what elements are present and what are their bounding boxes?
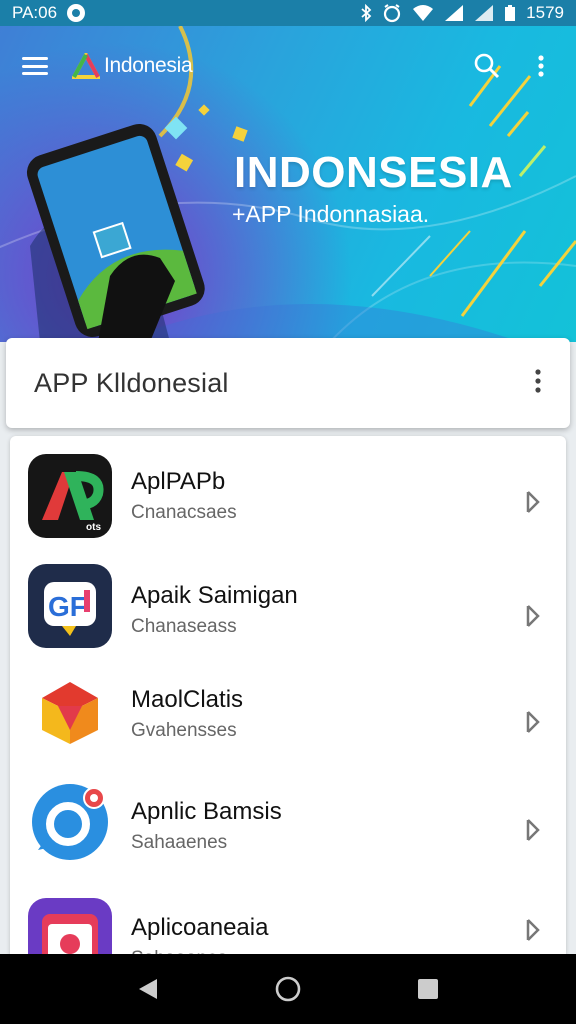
signal-icon-2 — [475, 5, 494, 21]
list-item[interactable]: Apnlic Bamsis Sahaaenes — [10, 780, 566, 890]
status-bar: PA:06 1579 — [0, 0, 576, 26]
hero-subtitle: +APP Indonnasiaa. — [232, 201, 430, 227]
app-subtitle: Cnanacsaes — [131, 502, 237, 523]
home-icon[interactable] — [274, 975, 302, 1003]
system-nav-bar — [0, 954, 576, 1024]
signal-icon — [445, 5, 464, 21]
search-text[interactable]: APP Klldonesial — [34, 368, 229, 399]
back-icon[interactable] — [137, 977, 159, 1001]
more-vert-icon[interactable] — [534, 368, 542, 399]
chevron-right-icon[interactable] — [518, 916, 546, 944]
list-item[interactable]: MaolClatis Gvahensses — [10, 672, 566, 782]
chevron-right-icon[interactable] — [518, 602, 546, 630]
svg-text:ots: ots — [86, 522, 101, 533]
app-title: Apaik Saimigan — [131, 582, 298, 609]
hero-banner: Indonesia INDONSESIA +APP Indonnasiaa. — [0, 26, 576, 342]
app-list: ots AplPAPb Cnanacsaes GF Apaik Saimigan… — [10, 436, 566, 956]
chevron-right-icon[interactable] — [518, 708, 546, 736]
app-title: Apnlic Bamsis — [131, 798, 282, 825]
chevron-right-icon[interactable] — [518, 488, 546, 516]
list-item[interactable]: Aplicoaneaia Sahaaanes — [10, 888, 566, 956]
battery-icon — [505, 5, 516, 21]
list-item[interactable]: GF Apaik Saimigan Chanaseass — [10, 560, 566, 670]
cube-box-icon — [28, 672, 112, 756]
chat-gf-icon: GF — [28, 564, 112, 648]
bluetooth-icon — [361, 4, 372, 22]
alarm-icon — [384, 4, 401, 23]
app-title: Aplicoaneaia — [131, 914, 269, 941]
app-subtitle: Chanaseass — [131, 616, 237, 637]
app-subtitle: Sahaaenes — [131, 832, 228, 853]
svg-text:GF: GF — [48, 591, 87, 622]
menu-icon[interactable] — [20, 54, 50, 78]
search-icon[interactable] — [472, 51, 502, 81]
hero-title: INDONSESIA — [234, 148, 513, 197]
app-title: AplPAPb — [131, 468, 226, 495]
app-title: MaolClatis — [131, 686, 244, 713]
app-bar: Indonesia — [0, 26, 576, 106]
recents-icon[interactable] — [417, 978, 439, 1000]
app-logo-icon — [72, 53, 100, 79]
list-item[interactable]: ots AplPAPb Cnanacsaes — [10, 446, 566, 556]
chevron-right-icon[interactable] — [518, 816, 546, 844]
more-vert-icon[interactable] — [526, 51, 556, 81]
app-subtitle: Gvahensses — [131, 720, 237, 741]
ap-logo-icon: ots — [28, 454, 112, 538]
app-title: Indonesia — [104, 54, 193, 77]
chat-bubble-icon — [28, 780, 112, 864]
wifi-icon — [413, 5, 434, 21]
status-time: PA:06 — [12, 3, 58, 22]
notification-icon — [67, 4, 86, 22]
search-bar[interactable]: APP Klldonesial — [6, 338, 570, 428]
calendar-icon — [28, 898, 112, 956]
battery-level: 1579 — [526, 3, 564, 22]
